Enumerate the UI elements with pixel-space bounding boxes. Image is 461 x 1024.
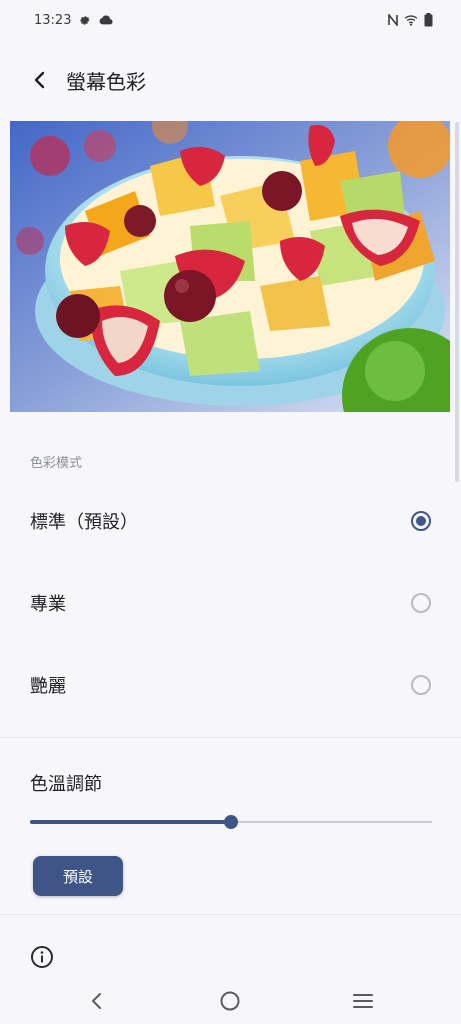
- color-preview-image: [10, 121, 450, 412]
- nfc-icon: [388, 14, 398, 26]
- back-arrow-icon: [34, 71, 45, 89]
- slider-fill: [30, 820, 231, 824]
- battery-icon: [424, 13, 433, 27]
- page-title: 螢幕色彩: [66, 69, 146, 94]
- color-mode-option-vivid[interactable]: 艷麗: [0, 645, 461, 725]
- app-toolbar: 螢幕色彩: [0, 52, 461, 108]
- reset-default-button[interactable]: 預設: [33, 856, 123, 896]
- color-temperature-title: 色溫調節: [30, 774, 102, 795]
- radio-dot: [416, 516, 426, 526]
- scroll-indicator: [455, 122, 459, 482]
- color-mode-option-professional[interactable]: 專業: [0, 563, 461, 643]
- slider-thumb[interactable]: [224, 815, 238, 829]
- nav-back-button[interactable]: [84, 988, 110, 1014]
- section-divider: [0, 737, 461, 738]
- info-icon: [31, 946, 53, 968]
- back-icon: [92, 993, 101, 1009]
- wifi-icon: [404, 15, 418, 26]
- gear-icon: [80, 16, 91, 25]
- radio-button[interactable]: [411, 675, 431, 695]
- home-icon: [220, 991, 240, 1011]
- cloud-icon: [100, 15, 114, 25]
- option-label: 標準（預設）: [30, 512, 138, 533]
- color-mode-option-standard[interactable]: 標準（預設）: [0, 481, 461, 561]
- back-button[interactable]: [18, 58, 62, 102]
- status-bar: 13:23: [0, 0, 461, 40]
- fruit-salad-illustration: [10, 121, 450, 412]
- status-left: 13:23: [34, 12, 114, 28]
- radio-button-selected[interactable]: [411, 511, 431, 531]
- nav-home-button[interactable]: [217, 988, 243, 1014]
- radio-button[interactable]: [411, 593, 431, 613]
- status-time: 13:23: [34, 12, 72, 28]
- nav-recents-button[interactable]: [350, 988, 376, 1014]
- section-divider: [0, 914, 461, 915]
- option-label: 艷麗: [30, 676, 66, 697]
- recents-icon: [353, 994, 373, 1008]
- color-temperature-slider[interactable]: [30, 812, 432, 832]
- system-nav-bar: [0, 976, 461, 1024]
- option-label: 專業: [30, 594, 66, 615]
- status-right: [388, 13, 433, 27]
- color-mode-header: 色彩模式: [30, 456, 83, 471]
